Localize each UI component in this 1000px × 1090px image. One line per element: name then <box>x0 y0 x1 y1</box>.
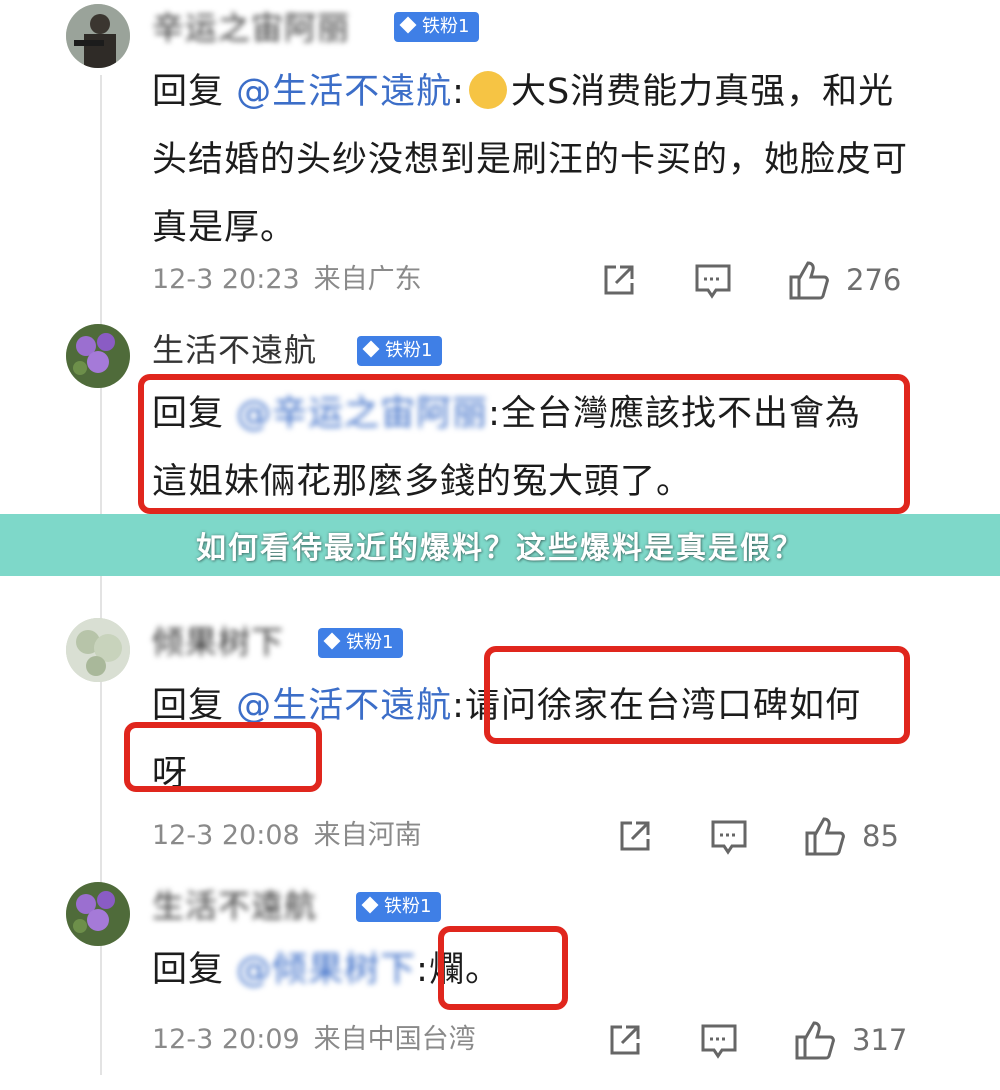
comment-body: 爛。 <box>428 950 501 990</box>
mention-link[interactable]: @辛运之宙阿丽 <box>236 394 488 434</box>
avatar[interactable] <box>66 618 130 682</box>
fan-badge: 铁粉1 <box>318 628 404 658</box>
comment-text: 回复 @辛运之宙阿丽:全台灣應該找不出會為這姐妹倆花那麼多錢的冤大頭了。 <box>152 380 882 516</box>
comment-text: 回复 @生活不遠航: 大S消费能力真强，和光头结婚的头纱没想到是刷汪的卡买的，她脸… <box>152 58 912 262</box>
avatar[interactable] <box>66 882 130 946</box>
comment-text: 回复 @生活不遠航:请问徐家在台湾口碑如何呀 <box>152 672 887 808</box>
diamond-icon <box>362 340 380 358</box>
laugh-emoji-icon <box>468 71 507 109</box>
reply-prefix: 回复 <box>152 394 237 434</box>
fan-badge: 铁粉1 <box>394 12 480 42</box>
mention-link[interactable]: @生活不遠航 <box>236 72 452 112</box>
reply-colon: : <box>416 950 429 990</box>
diamond-icon <box>323 632 341 650</box>
comment-icon[interactable] <box>710 818 748 856</box>
comment-text: 回复 @倾果树下:爛。 <box>152 936 912 1004</box>
location: 来自广东 <box>313 264 422 295</box>
like-icon[interactable] <box>794 1019 836 1061</box>
reply-prefix: 回复 <box>152 72 237 112</box>
timestamp: 12-3 20:09 <box>152 1024 300 1055</box>
fan-badge: 铁粉1 <box>357 336 443 366</box>
diamond-icon <box>399 16 417 34</box>
timestamp: 12-3 20:23 <box>152 264 300 295</box>
timestamp: 12-3 20:08 <box>152 820 300 851</box>
fan-badge: 铁粉1 <box>356 892 442 922</box>
reply-prefix: 回复 <box>152 686 237 726</box>
like-count: 317 <box>852 1023 908 1057</box>
username[interactable]: 辛运之宙阿丽 <box>152 8 350 48</box>
like-icon[interactable] <box>804 815 846 857</box>
like-icon[interactable] <box>788 259 830 301</box>
reply-colon: : <box>488 394 501 434</box>
mention-link[interactable]: @倾果树下 <box>236 950 416 990</box>
username[interactable]: 生活不遠航 <box>152 330 317 370</box>
location: 来自河南 <box>313 820 422 851</box>
diamond-icon <box>361 896 379 914</box>
avatar[interactable] <box>66 324 130 388</box>
comment-icon[interactable] <box>700 1022 738 1060</box>
location: 来自中国台湾 <box>313 1024 476 1055</box>
comment-meta: 12-3 20:23 来自广东 <box>152 260 422 300</box>
reply-colon: : <box>452 72 465 112</box>
reply-prefix: 回复 <box>152 950 237 990</box>
username[interactable]: 倾果树下 <box>152 622 284 662</box>
banner-title: 如何看待最近的爆料？这些爆料是真是假？ <box>196 531 804 566</box>
username[interactable]: 生活不遠航 <box>152 886 317 926</box>
like-count: 276 <box>846 263 902 297</box>
comment-meta: 12-3 20:08 来自河南 <box>152 816 422 856</box>
share-icon[interactable] <box>600 261 638 299</box>
avatar[interactable] <box>66 4 130 68</box>
comment-icon[interactable] <box>694 262 732 300</box>
comment-meta: 12-3 20:09 来自中国台湾 <box>152 1020 476 1060</box>
share-icon[interactable] <box>616 817 654 855</box>
share-icon[interactable] <box>606 1021 644 1059</box>
title-banner: 如何看待最近的爆料？这些爆料是真是假？ <box>0 514 1000 576</box>
reply-colon: : <box>452 686 465 726</box>
mention-link[interactable]: @生活不遠航 <box>236 686 452 726</box>
like-count: 85 <box>862 819 899 853</box>
